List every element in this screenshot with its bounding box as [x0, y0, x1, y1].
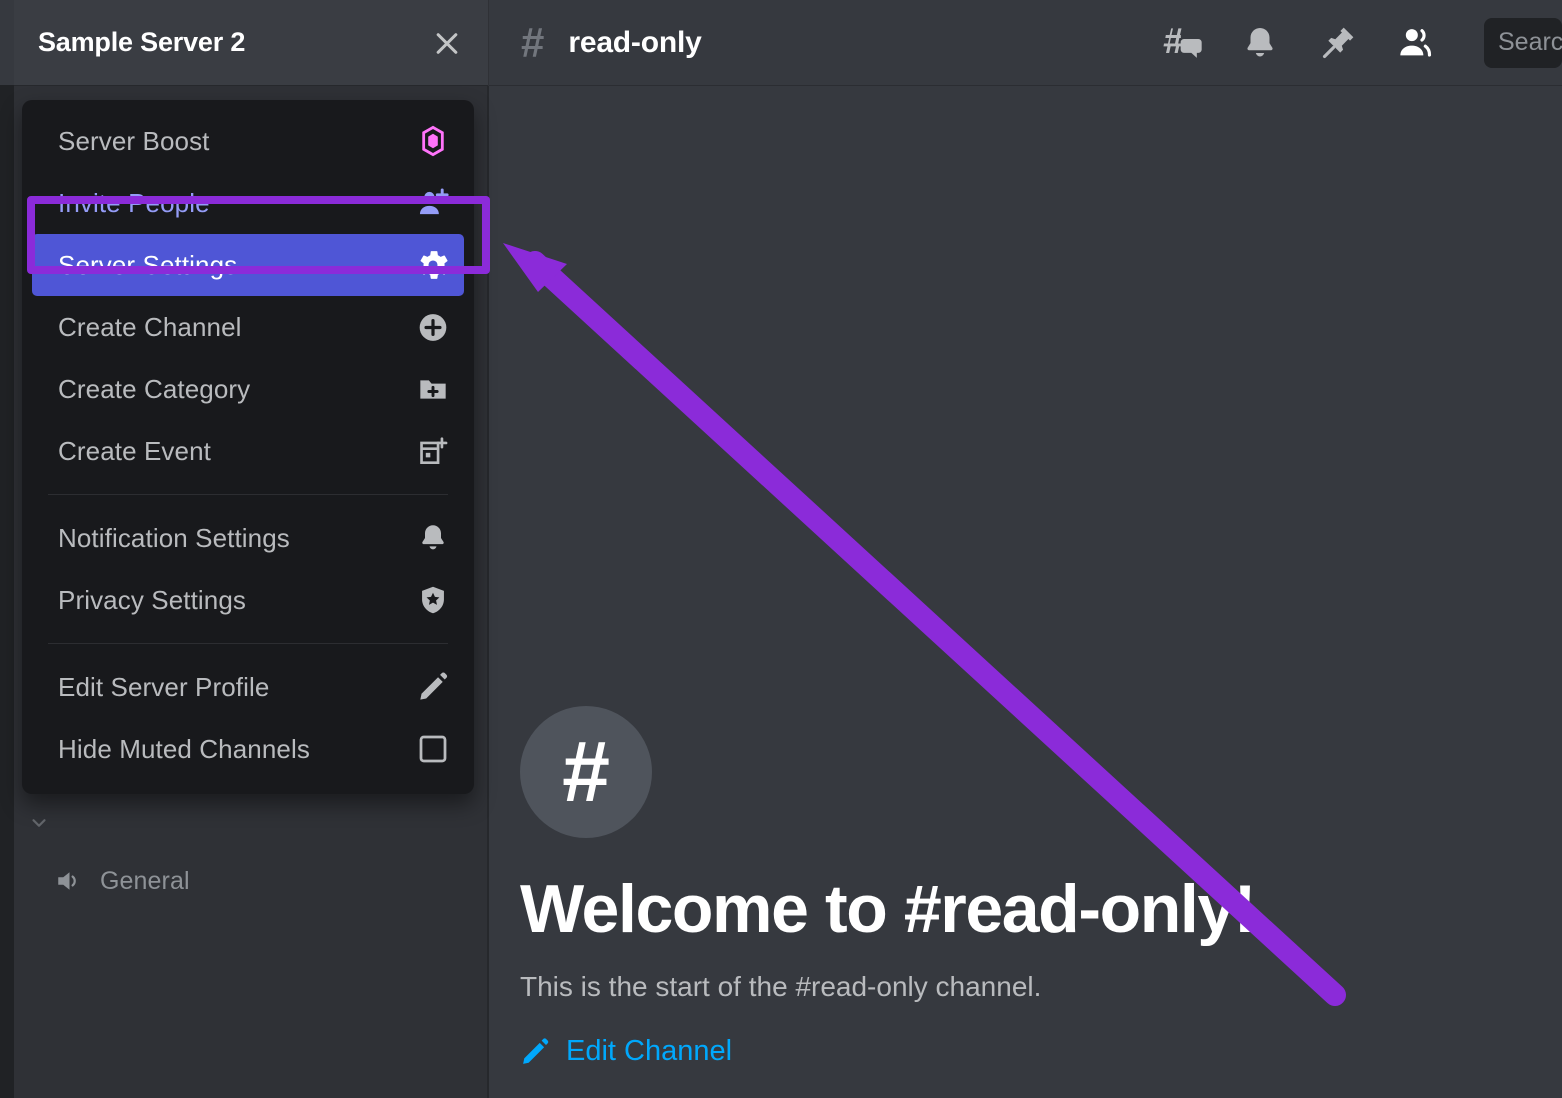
pencil-icon — [417, 671, 449, 703]
channel-header: # read-only Searc — [489, 0, 1562, 85]
server-rail — [0, 0, 14, 1098]
server-header[interactable]: Sample Server 2 — [14, 0, 488, 85]
server-context-menu: Server Boost Invite People Server Settin… — [22, 100, 474, 794]
calendar-plus-icon — [417, 435, 449, 467]
header-icon-group: Search — [1160, 0, 1562, 85]
bell-icon — [417, 522, 449, 554]
folder-plus-icon — [417, 373, 449, 405]
menu-item-label: Invite People — [58, 187, 210, 218]
server-name: Sample Server 2 — [38, 27, 246, 57]
menu-item-server-boost[interactable]: Server Boost — [32, 110, 464, 172]
menu-item-label: Create Channel — [58, 311, 242, 342]
channel-avatar-hash-icon: # — [520, 706, 652, 838]
menu-item-label: Create Category — [58, 373, 251, 404]
members-icon[interactable] — [1394, 21, 1438, 65]
menu-item-label: Hide Muted Channels — [58, 733, 310, 764]
menu-item-label: Create Event — [58, 435, 211, 466]
menu-item-label: Edit Server Profile — [58, 671, 270, 702]
bell-icon[interactable] — [1238, 21, 1282, 65]
menu-separator — [48, 494, 448, 495]
menu-item-create-channel[interactable]: Create Channel — [32, 296, 464, 358]
close-icon[interactable] — [430, 26, 464, 60]
channel-name: read-only — [568, 25, 702, 59]
menu-item-create-event[interactable]: Create Event — [32, 420, 464, 482]
main-content: # read-only Searc # Welcome to #read-onl… — [489, 0, 1562, 1098]
menu-item-label: Server Boost — [58, 125, 210, 156]
voice-channel-label: General — [100, 866, 190, 895]
chevron-down-icon[interactable] — [28, 812, 50, 834]
hash-icon: # — [521, 18, 545, 66]
sidebar-item-general-voice[interactable]: General — [52, 866, 190, 896]
pin-icon[interactable] — [1316, 21, 1360, 65]
menu-item-label: Notification Settings — [58, 522, 290, 553]
shield-star-icon — [417, 584, 449, 616]
edit-channel-label: Edit Channel — [566, 1035, 733, 1068]
menu-item-privacy-settings[interactable]: Privacy Settings — [32, 569, 464, 631]
menu-item-create-category[interactable]: Create Category — [32, 358, 464, 420]
hash-glyph: # — [562, 724, 610, 820]
menu-item-edit-server-profile[interactable]: Edit Server Profile — [32, 656, 464, 718]
checkbox-icon[interactable] — [417, 733, 449, 765]
pencil-icon — [523, 1038, 549, 1064]
welcome-title: Welcome to #read-only! — [520, 871, 1256, 947]
search-input[interactable]: Search — [1484, 17, 1562, 68]
welcome-subtitle: This is the start of the #read-only chan… — [520, 971, 1042, 1003]
edit-channel-link[interactable]: Edit Channel — [520, 1035, 1255, 1068]
gear-icon — [417, 249, 449, 281]
search-placeholder: Search — [1498, 28, 1562, 56]
menu-item-label: Server Settings — [58, 249, 238, 280]
menu-item-hide-muted-channels[interactable]: Hide Muted Channels — [32, 718, 464, 780]
person-add-icon — [417, 187, 449, 219]
speaker-icon — [52, 866, 82, 896]
threads-icon[interactable] — [1160, 21, 1204, 65]
menu-item-label: Privacy Settings — [58, 584, 247, 615]
menu-separator — [48, 643, 448, 644]
boost-diamond-icon — [417, 125, 449, 157]
server-rail-top — [0, 0, 14, 85]
menu-item-server-settings[interactable]: Server Settings — [32, 234, 464, 296]
menu-item-invite-people[interactable]: Invite People — [32, 172, 464, 234]
menu-item-notification-settings[interactable]: Notification Settings — [32, 507, 464, 569]
sidebar-header-divider — [14, 85, 488, 86]
plus-circle-icon — [417, 311, 449, 343]
welcome-block: # Welcome to #read-only! This is the sta… — [520, 706, 1256, 1068]
